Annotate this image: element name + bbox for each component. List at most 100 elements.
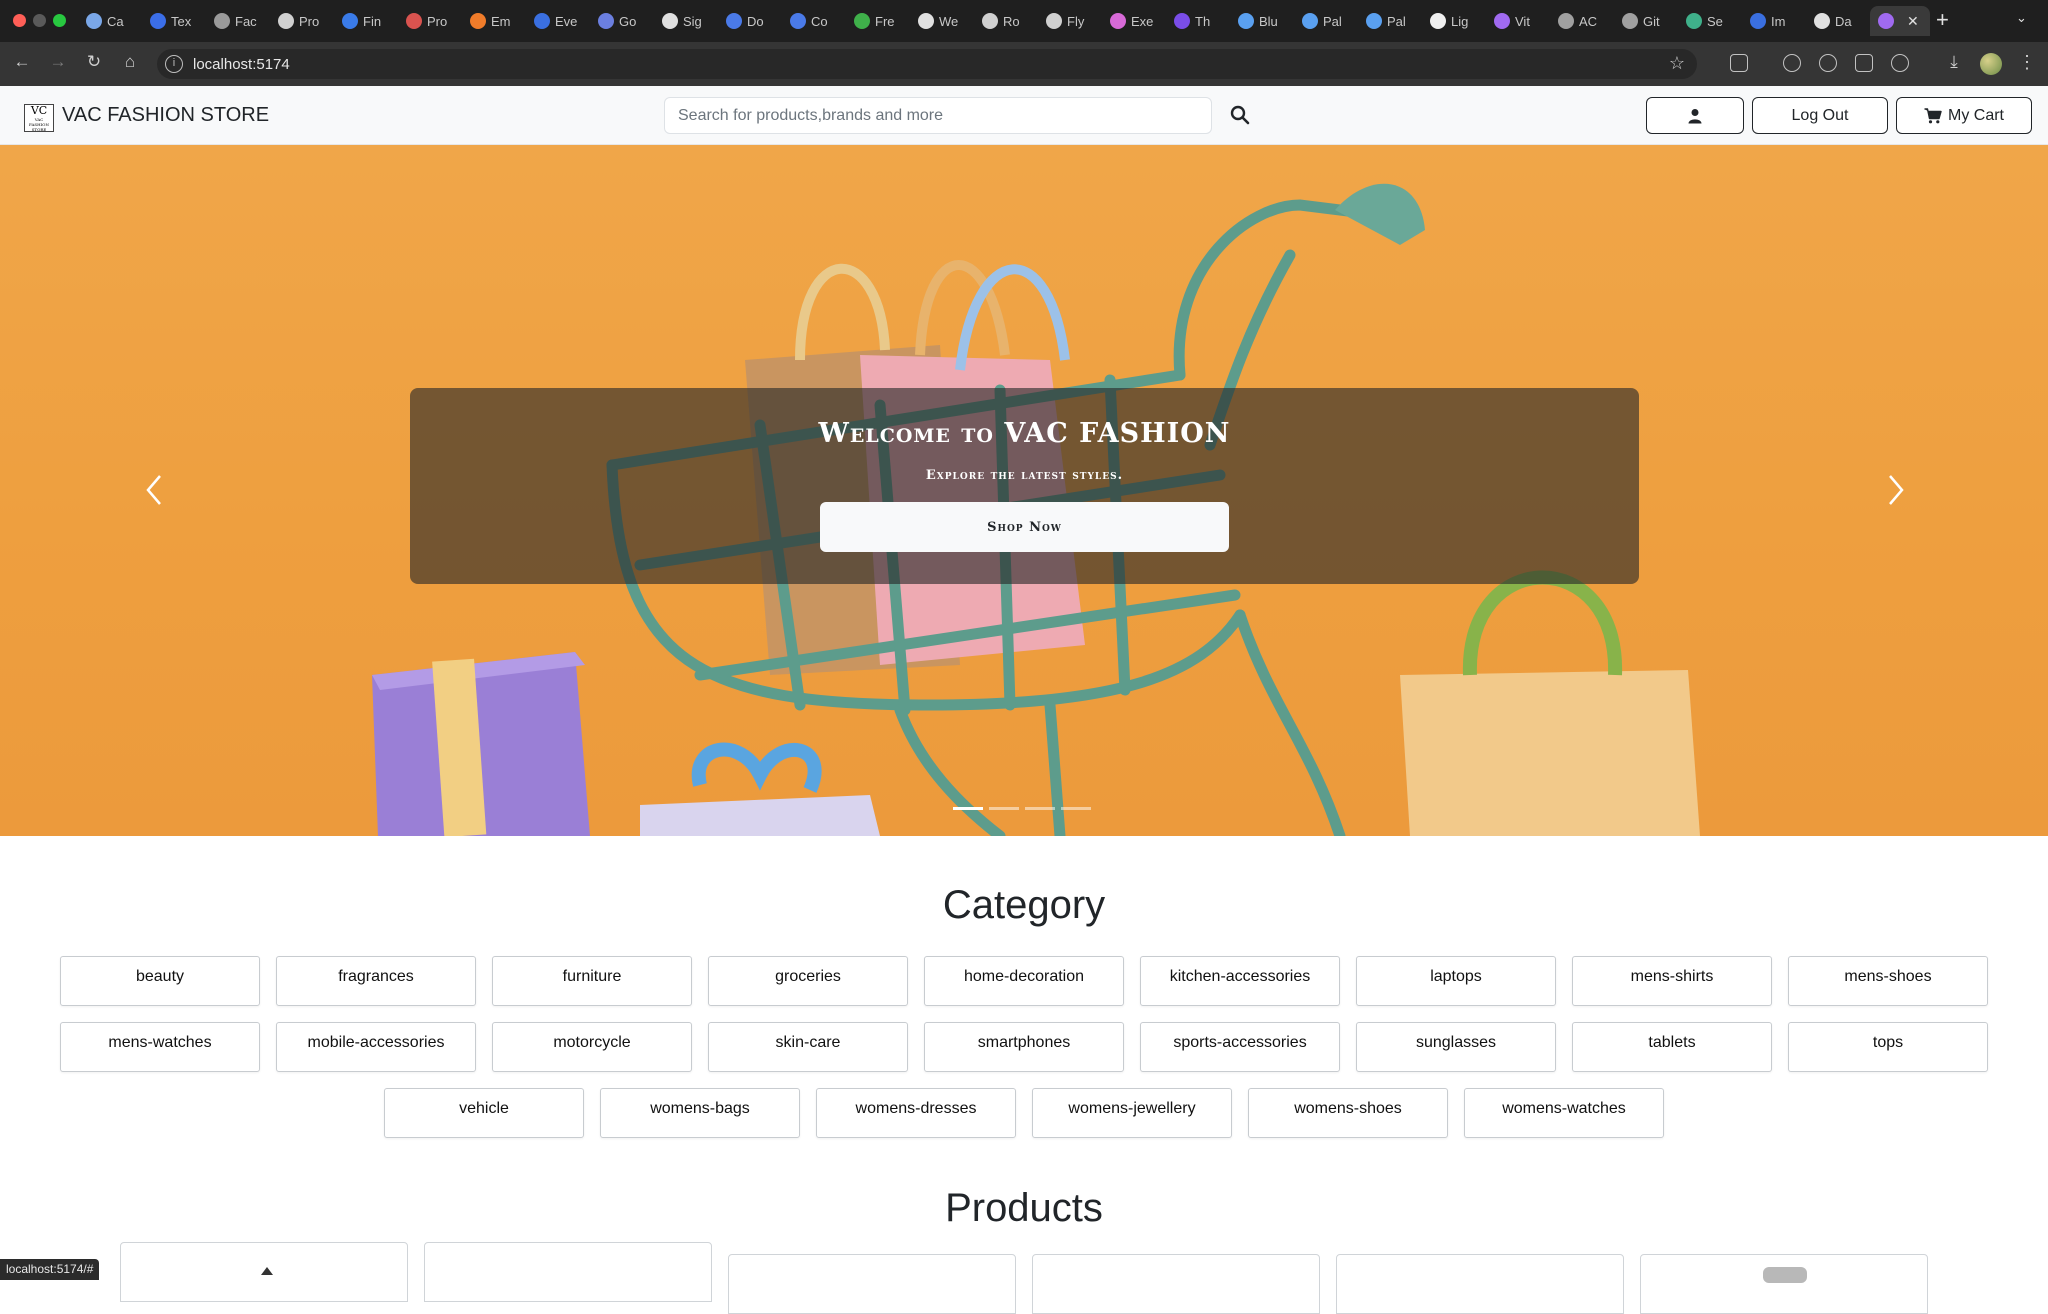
browser-tab[interactable]: Em [462, 6, 526, 36]
browser-tab[interactable]: Pro [398, 6, 462, 36]
history-icon[interactable] [1819, 54, 1837, 72]
browser-tab[interactable]: Vit [1486, 6, 1550, 36]
address-bar[interactable]: i localhost:5174 ☆ [157, 49, 1697, 79]
search-input[interactable] [664, 97, 1212, 134]
tab-favicon-icon [1302, 13, 1318, 29]
screenshot-icon[interactable] [1855, 54, 1873, 72]
category-button-groceries[interactable]: groceries [708, 956, 908, 1006]
shop-now-button[interactable]: Shop Now [820, 502, 1229, 552]
site-info-icon[interactable]: i [165, 55, 183, 73]
category-button-beauty[interactable]: beauty [60, 956, 260, 1006]
tab-label: We [939, 13, 959, 29]
search-icon[interactable] [1228, 103, 1252, 127]
tab-favicon-icon [1878, 13, 1894, 29]
browser-tab[interactable]: Go [590, 6, 654, 36]
download-icon[interactable]: ⤓ [1942, 52, 1966, 72]
browser-tab[interactable]: AC [1550, 6, 1614, 36]
home-icon[interactable]: ⌂ [118, 52, 142, 72]
browser-tab[interactable]: Do [718, 6, 782, 36]
browser-tab[interactable]: Eve [526, 6, 590, 36]
password-key-icon[interactable] [1783, 54, 1801, 72]
category-button-tops[interactable]: tops [1788, 1022, 1988, 1072]
browser-tab[interactable]: Git [1614, 6, 1678, 36]
category-button-womens-shoes[interactable]: womens-shoes [1248, 1088, 1448, 1138]
browser-menu-icon[interactable]: ⋮ [2018, 52, 2036, 73]
close-tab-icon[interactable]: ✕ [1907, 13, 1919, 30]
store-logo[interactable]: VC VAC FASHION STORE [24, 104, 54, 132]
browser-tab-active[interactable]: ✕ [1870, 6, 1930, 36]
profile-avatar[interactable] [1980, 53, 2002, 75]
reload-icon[interactable]: ↻ [82, 52, 106, 72]
carousel-indicator[interactable] [1025, 807, 1055, 810]
category-button-mens-shoes[interactable]: mens-shoes [1788, 956, 1988, 1006]
category-button-womens-watches[interactable]: womens-watches [1464, 1088, 1664, 1138]
product-card[interactable] [728, 1254, 1016, 1314]
browser-tab[interactable]: We [910, 6, 974, 36]
category-button-sports-accessories[interactable]: sports-accessories [1140, 1022, 1340, 1072]
category-button-womens-dresses[interactable]: womens-dresses [816, 1088, 1016, 1138]
category-button-kitchen-accessories[interactable]: kitchen-accessories [1140, 956, 1340, 1006]
minimize-window-icon[interactable] [33, 14, 46, 27]
browser-tab[interactable]: Fin [334, 6, 398, 36]
link-icon[interactable] [1891, 54, 1909, 72]
category-button-laptops[interactable]: laptops [1356, 956, 1556, 1006]
category-button-womens-jewellery[interactable]: womens-jewellery [1032, 1088, 1232, 1138]
category-button-fragrances[interactable]: fragrances [276, 956, 476, 1006]
account-button[interactable] [1646, 97, 1744, 134]
maximize-window-icon[interactable] [53, 14, 66, 27]
extensions-icon[interactable] [1730, 54, 1748, 72]
tab-label: Fac [235, 13, 257, 29]
product-card[interactable] [1336, 1254, 1624, 1314]
tab-search-icon[interactable]: ⌄ [2016, 10, 2027, 26]
bookmark-star-icon[interactable]: ☆ [1669, 53, 1685, 74]
new-tab-button[interactable]: + [1936, 8, 1949, 32]
category-button-furniture[interactable]: furniture [492, 956, 692, 1006]
browser-tab[interactable]: Im [1742, 6, 1806, 36]
browser-tab[interactable]: Se [1678, 6, 1742, 36]
browser-tab[interactable]: Sig [654, 6, 718, 36]
browser-tab[interactable]: Exe [1102, 6, 1166, 36]
product-card[interactable] [1032, 1254, 1320, 1314]
tab-label: Pro [427, 13, 448, 29]
forward-icon[interactable]: → [46, 52, 70, 72]
browser-tab[interactable]: Fre [846, 6, 910, 36]
carousel-next-icon[interactable] [1880, 470, 1910, 510]
close-window-icon[interactable] [13, 14, 26, 27]
category-button-sunglasses[interactable]: sunglasses [1356, 1022, 1556, 1072]
browser-tab[interactable]: Blu [1230, 6, 1294, 36]
tab-label: Pro [299, 13, 320, 29]
category-button-motorcycle[interactable]: motorcycle [492, 1022, 692, 1072]
category-button-smartphones[interactable]: smartphones [924, 1022, 1124, 1072]
product-card[interactable] [120, 1242, 408, 1302]
category-button-vehicle[interactable]: vehicle [384, 1088, 584, 1138]
category-button-home-decoration[interactable]: home-decoration [924, 956, 1124, 1006]
category-button-mobile-accessories[interactable]: mobile-accessories [276, 1022, 476, 1072]
browser-tab[interactable]: Fly [1038, 6, 1102, 36]
browser-tab[interactable]: Da [1806, 6, 1870, 36]
back-icon[interactable]: ← [10, 52, 34, 72]
browser-tab[interactable]: Co [782, 6, 846, 36]
browser-tab[interactable]: Lig [1422, 6, 1486, 36]
browser-tab[interactable]: Tex [142, 6, 206, 36]
browser-tab[interactable]: Th [1166, 6, 1230, 36]
category-button-skin-care[interactable]: skin-care [708, 1022, 908, 1072]
category-button-womens-bags[interactable]: womens-bags [600, 1088, 800, 1138]
carousel-indicator[interactable] [1061, 807, 1091, 810]
category-button-mens-watches[interactable]: mens-watches [60, 1022, 260, 1072]
browser-tab[interactable]: Pal [1358, 6, 1422, 36]
browser-tab[interactable]: Fac [206, 6, 270, 36]
cart-button[interactable]: My Cart [1896, 97, 2032, 134]
browser-tab[interactable]: Ca [78, 6, 142, 36]
carousel-indicator[interactable] [989, 807, 1019, 810]
store-brand-name[interactable]: VAC FASHION STORE [62, 104, 269, 127]
product-card[interactable] [1640, 1254, 1928, 1314]
category-button-mens-shirts[interactable]: mens-shirts [1572, 956, 1772, 1006]
browser-tab[interactable]: Pal [1294, 6, 1358, 36]
logout-button[interactable]: Log Out [1752, 97, 1888, 134]
browser-tab[interactable]: Ro [974, 6, 1038, 36]
carousel-indicator[interactable] [953, 807, 983, 810]
browser-tab[interactable]: Pro [270, 6, 334, 36]
category-button-tablets[interactable]: tablets [1572, 1022, 1772, 1072]
carousel-prev-icon[interactable] [140, 470, 170, 510]
product-card[interactable] [424, 1242, 712, 1302]
